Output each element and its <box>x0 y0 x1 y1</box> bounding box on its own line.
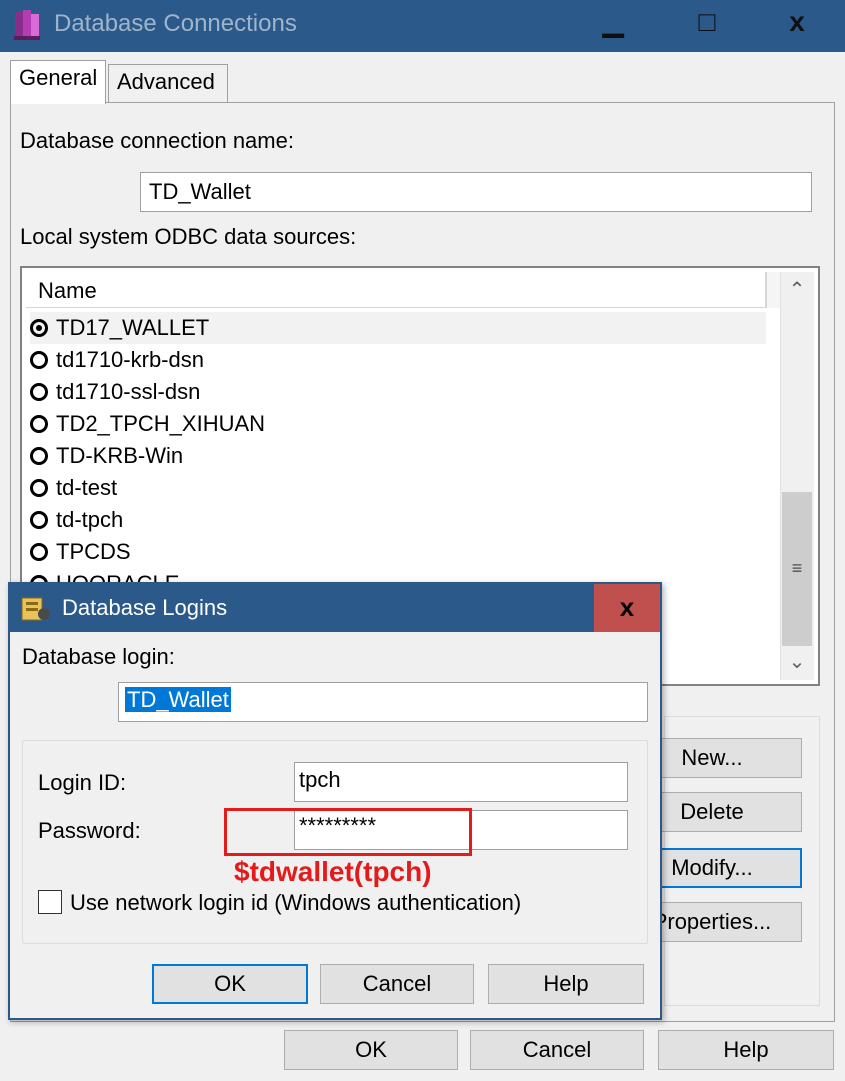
odbc-sources-label: Local system ODBC data sources: <box>20 224 357 249</box>
annotation-highlight-box <box>224 808 472 856</box>
annotation-text: $tdwallet(tpch) <box>234 856 432 887</box>
tab-advanced[interactable]: Advanced <box>108 64 228 102</box>
login-id-input[interactable]: tpch <box>294 762 628 802</box>
list-item[interactable]: TD2_TPCH_XIHUAN <box>30 408 766 440</box>
list-item[interactable]: TD17_WALLET <box>30 312 766 344</box>
db-login-input[interactable]: TD_Wallet <box>118 682 648 722</box>
list-item[interactable]: TD-KRB-Win <box>30 440 766 472</box>
list-item-label: TD2_TPCH_XIHUAN <box>56 411 266 436</box>
radio-icon[interactable] <box>30 383 48 401</box>
connection-name-input[interactable]: TD_Wallet <box>140 172 812 212</box>
radio-icon[interactable] <box>30 479 48 497</box>
radio-icon[interactable] <box>30 351 48 369</box>
maximize-button[interactable]: □ <box>672 0 742 52</box>
login-id-label: Login ID: <box>38 770 127 795</box>
help-button[interactable]: Help <box>658 1030 834 1070</box>
list-item-label: TPCDS <box>56 539 131 564</box>
list-item[interactable]: td-test <box>30 472 766 504</box>
scroll-up-icon[interactable]: ⌃ <box>780 272 814 308</box>
radio-icon[interactable] <box>30 543 48 561</box>
dialog-close-icon[interactable]: x <box>594 584 660 632</box>
list-item-label: td-test <box>56 475 118 500</box>
list-item-label: TD17_WALLET <box>56 315 210 340</box>
ok-button[interactable]: OK <box>284 1030 458 1070</box>
dialog-cancel-button[interactable]: Cancel <box>320 964 474 1004</box>
window-title: Database Connections <box>54 10 297 37</box>
list-item[interactable]: TPCDS <box>30 536 766 568</box>
close-icon: x <box>789 6 805 37</box>
cancel-button[interactable]: Cancel <box>470 1030 644 1070</box>
radio-selected-icon[interactable] <box>30 319 48 337</box>
list-item-label: TD-KRB-Win <box>56 443 184 468</box>
scroll-grip-icon: ≡ <box>791 558 803 578</box>
maximize-icon: □ <box>698 6 716 37</box>
list-item-label: td1710-krb-dsn <box>56 347 204 372</box>
list-header-name[interactable]: Name <box>26 272 766 308</box>
list-item[interactable]: td-tpch <box>30 504 766 536</box>
use-network-login-label[interactable]: Use network login id (Windows authentica… <box>70 890 521 916</box>
dialog-title: Database Logins <box>62 595 228 620</box>
list-item[interactable]: td1710-krb-dsn <box>30 344 766 376</box>
radio-icon[interactable] <box>30 415 48 433</box>
minimize-button[interactable]: ▁ <box>578 0 648 52</box>
db-login-value: TD_Wallet <box>125 687 231 712</box>
close-button[interactable]: x <box>762 0 832 52</box>
database-connections-icon <box>14 10 40 40</box>
radio-icon[interactable] <box>30 447 48 465</box>
dialog-help-button[interactable]: Help <box>488 964 644 1004</box>
list-item-label: td-tpch <box>56 507 124 532</box>
use-network-login-checkbox[interactable] <box>38 890 62 914</box>
radio-icon[interactable] <box>30 511 48 529</box>
password-label: Password: <box>38 818 141 843</box>
dialog-titlebar[interactable]: Database Logins <box>10 584 660 632</box>
scroll-down-icon[interactable]: ⌄ <box>780 644 814 680</box>
dialog-ok-button[interactable]: OK <box>152 964 308 1004</box>
list-item-label: td1710-ssl-dsn <box>56 379 201 404</box>
database-logins-icon <box>21 597 50 621</box>
list-item[interactable]: td1710-ssl-dsn <box>30 376 766 408</box>
connection-name-label: Database connection name: <box>20 128 294 153</box>
tab-general[interactable]: General <box>10 60 107 104</box>
window-titlebar[interactable]: Database Connections ▁ □ x <box>0 0 845 52</box>
list-header-spacer <box>766 272 780 308</box>
db-login-label: Database login: <box>22 644 175 669</box>
minimize-icon: ▁ <box>602 6 624 37</box>
